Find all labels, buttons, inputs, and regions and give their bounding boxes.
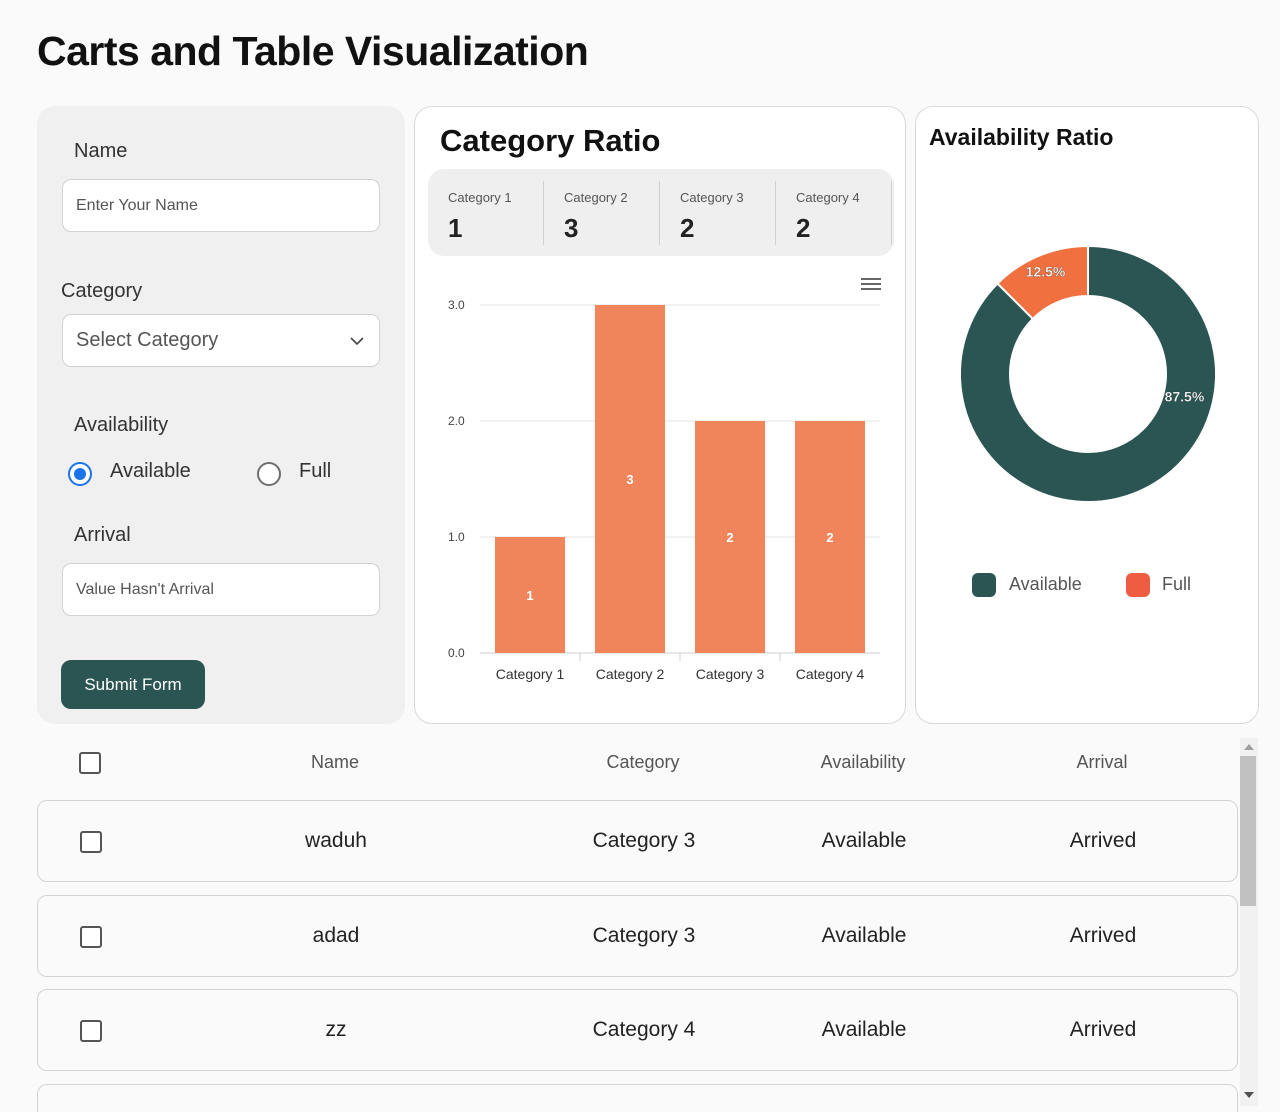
page-title: Carts and Table Visualization xyxy=(37,28,589,74)
availability-donut-chart: 87.5% 12.5% xyxy=(959,244,1217,503)
cell-name: waduh xyxy=(305,829,367,852)
select-all-checkbox[interactable] xyxy=(79,752,101,774)
arrival-label: Arrival xyxy=(74,524,131,546)
bar-data-label: 2 xyxy=(826,530,833,545)
category-label: Category xyxy=(61,280,143,302)
x-tick-label: Category 2 xyxy=(596,666,665,682)
radio-available-label: Available xyxy=(110,460,191,482)
cell-arrival: Arrived xyxy=(1069,1018,1137,1041)
cell-category: Category 4 xyxy=(592,1018,696,1041)
row-checkbox[interactable] xyxy=(80,831,102,853)
y-tick-label: 2.0 xyxy=(448,414,465,428)
cell-arrival: Arrived xyxy=(1069,924,1137,947)
cell-availability: Available xyxy=(821,829,907,852)
column-header-name[interactable]: Name xyxy=(311,752,359,773)
x-tick-label: Category 4 xyxy=(796,666,865,682)
name-label: Name xyxy=(74,140,128,162)
category-select-value: Select Category xyxy=(76,329,219,351)
arrival-input[interactable]: Value Hasn't Arrival xyxy=(62,563,380,616)
y-tick-label: 0.0 xyxy=(448,646,465,660)
donut-data-label: 12.5% xyxy=(1026,263,1066,279)
cell-name: adad xyxy=(312,924,360,947)
name-input[interactable]: Enter Your Name xyxy=(62,179,380,232)
scroll-down-arrow-icon[interactable] xyxy=(1244,1092,1254,1098)
form-panel: Name Enter Your Name Category Select Cat… xyxy=(37,106,405,724)
radio-available[interactable] xyxy=(68,462,92,486)
cell-name: zz xyxy=(325,1018,347,1041)
category-ratio-card: Category Ratio Category 1 1 Category 2 3… xyxy=(414,106,906,724)
scrollbar-thumb[interactable] xyxy=(1240,756,1256,906)
cell-arrival: Arrived xyxy=(1069,829,1137,852)
name-placeholder: Enter Your Name xyxy=(76,196,198,214)
availability-ratio-card: Availability Ratio 87.5% 12.5% Available … xyxy=(915,106,1259,724)
chevron-down-icon xyxy=(350,337,364,346)
radio-full-label: Full xyxy=(299,460,332,482)
legend-swatch-available xyxy=(972,573,996,597)
table-row[interactable]: waduh Category 3 Available Arrived xyxy=(37,800,1238,882)
table-row[interactable]: zz Category 4 Available Arrived xyxy=(37,989,1238,1071)
cell-availability: Available xyxy=(821,924,907,947)
submit-button[interactable]: Submit Form xyxy=(61,660,205,709)
arrival-placeholder: Value Hasn't Arrival xyxy=(76,580,214,598)
row-checkbox[interactable] xyxy=(80,1020,102,1042)
bar-data-label: 2 xyxy=(726,530,733,545)
cell-category: Category 3 xyxy=(592,924,696,947)
availability-label: Availability xyxy=(74,414,169,436)
column-header-availability[interactable]: Availability xyxy=(821,752,906,773)
x-tick-label: Category 3 xyxy=(696,666,765,682)
category-select[interactable]: Select Category xyxy=(62,314,380,367)
legend-label-full[interactable]: Full xyxy=(1162,574,1191,595)
cell-availability: Available xyxy=(821,1018,907,1041)
x-tick-label: Category 1 xyxy=(496,666,565,682)
legend-swatch-full xyxy=(1126,573,1150,597)
table-row[interactable]: adad Category 3 Available Arrived xyxy=(37,895,1238,977)
y-tick-label: 3.0 xyxy=(448,298,465,312)
row-checkbox[interactable] xyxy=(80,926,102,948)
radio-full[interactable] xyxy=(257,462,281,486)
category-bar-chart: 0.0 1.0 2.0 3.0 1 Category 1 3 Category 2 2 Categ… xyxy=(448,298,880,682)
scroll-up-arrow-icon[interactable] xyxy=(1244,744,1254,750)
bar-data-label: 3 xyxy=(626,472,633,487)
table-header: Name Category Availability Arrival xyxy=(37,738,1237,790)
cell-category: Category 3 xyxy=(592,829,696,852)
legend-label-available[interactable]: Available xyxy=(1009,574,1082,595)
donut-data-label: 87.5% xyxy=(1165,388,1205,404)
column-header-category[interactable]: Category xyxy=(606,752,679,773)
bar-data-label: 1 xyxy=(526,588,533,603)
table-row[interactable] xyxy=(37,1084,1238,1112)
column-header-arrival[interactable]: Arrival xyxy=(1076,752,1127,773)
y-tick-label: 1.0 xyxy=(448,530,465,544)
